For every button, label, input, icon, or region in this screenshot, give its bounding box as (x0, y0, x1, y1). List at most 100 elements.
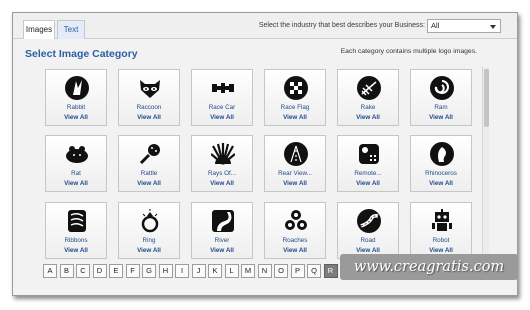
category-name: Rabbit (66, 104, 86, 111)
category-card-ram[interactable]: Ram View All (410, 69, 472, 126)
industry-label: Select the industry that best describes … (258, 22, 425, 29)
letter-i-button[interactable]: I (175, 264, 189, 278)
industry-select-value: All (431, 21, 440, 30)
road-icon (357, 209, 381, 233)
industry-select[interactable]: All (427, 19, 501, 33)
view-all-link[interactable]: View All (119, 114, 179, 121)
rat-icon (66, 146, 88, 163)
vertical-scrollbar[interactable] (482, 67, 489, 271)
category-card-roaches[interactable]: Roaches View All (264, 202, 326, 259)
category-card-rabbit[interactable]: Rabbit View All (45, 69, 107, 126)
view-all-link[interactable]: View All (265, 180, 325, 187)
letter-h-button[interactable]: H (158, 264, 173, 278)
view-all-link[interactable]: View All (338, 114, 398, 121)
category-hint: Each category contains multiple logo ima… (340, 48, 477, 55)
category-name: Rear View... (278, 170, 312, 177)
view-all-link[interactable]: View All (411, 180, 471, 187)
page-title: Select Image Category (25, 48, 138, 60)
view-all-link[interactable]: View All (338, 180, 398, 187)
chevron-down-icon (490, 25, 496, 29)
category-card-robot[interactable]: Robot View All (410, 202, 472, 259)
tab-text[interactable]: Text (57, 20, 85, 39)
category-card-rear-view[interactable]: Rear View... View All (264, 135, 326, 192)
category-card-ring[interactable]: Ring View All (118, 202, 180, 259)
letter-b-button[interactable]: B (59, 264, 74, 278)
category-card-road[interactable]: Road View All (337, 202, 399, 259)
letter-k-button[interactable]: K (208, 264, 222, 278)
view-all-link[interactable]: View All (192, 247, 252, 254)
letter-g-button[interactable]: G (142, 264, 156, 278)
view-all-link[interactable]: View All (411, 114, 471, 121)
letter-o-button[interactable]: O (274, 264, 288, 278)
view-all-link[interactable]: View All (119, 180, 179, 187)
view-all-link[interactable]: View All (192, 114, 252, 121)
view-all-link[interactable]: View All (46, 180, 106, 187)
category-card-rhinoceros[interactable]: Rhinoceros View All (410, 135, 472, 192)
letter-m-button[interactable]: M (241, 264, 255, 278)
category-card-rays[interactable]: Rays Of... View All (191, 135, 253, 192)
view-all-link[interactable]: View All (265, 114, 325, 121)
letter-p-button[interactable]: P (290, 264, 305, 278)
river-icon (212, 210, 234, 232)
scrollbar-thumb[interactable] (484, 69, 489, 127)
letter-q-button[interactable]: Q (307, 264, 321, 278)
letter-n-button[interactable]: N (257, 264, 272, 278)
category-card-race-car[interactable]: Race Car View All (191, 69, 253, 126)
category-card-ribbons[interactable]: Ribbons View All (45, 202, 107, 259)
category-name: Rat (71, 170, 81, 177)
watermark: www.creagratis.com (340, 254, 518, 280)
category-name: Ribbons (64, 237, 88, 244)
view-all-link[interactable]: View All (46, 247, 106, 254)
rake-icon (357, 76, 381, 100)
race-car-icon (212, 83, 234, 93)
rear-view-icon (284, 142, 308, 166)
view-all-link[interactable]: View All (411, 247, 471, 254)
category-name: Rhinoceros (425, 170, 457, 177)
view-all-link[interactable]: View All (265, 247, 325, 254)
category-card-raccoon[interactable]: Raccoon View All (118, 69, 180, 126)
letter-e-button[interactable]: E (109, 264, 123, 278)
category-name: Rays Of... (208, 170, 236, 177)
tab-images[interactable]: Images (23, 20, 55, 39)
letter-j-button[interactable]: J (191, 264, 206, 278)
category-name: Race Car (208, 104, 236, 111)
letter-l-button[interactable]: L (224, 264, 239, 278)
view-all-link[interactable]: View All (192, 180, 252, 187)
category-card-race-flag[interactable]: Race Flag View All (264, 69, 326, 126)
category-name: Robot (432, 237, 450, 244)
remote-icon (359, 144, 379, 164)
category-name: River (214, 237, 230, 244)
rattle-icon (139, 144, 160, 165)
category-card-rat[interactable]: Rat View All (45, 135, 107, 192)
robot-icon (432, 209, 452, 231)
category-card-river[interactable]: River View All (191, 202, 253, 259)
letter-r-button[interactable]: R (323, 264, 338, 278)
letter-c-button[interactable]: C (76, 264, 90, 278)
view-all-link[interactable]: View All (46, 114, 106, 121)
rays-icon (211, 143, 235, 165)
category-card-rattle[interactable]: Rattle View All (118, 135, 180, 192)
category-name: Ram (434, 104, 448, 111)
ram-icon (430, 76, 454, 100)
letter-a-button[interactable]: A (43, 264, 57, 278)
letter-f-button[interactable]: F (125, 264, 140, 278)
category-name: Race Flag (280, 104, 310, 111)
category-card-remote[interactable]: Remote... View All (337, 135, 399, 192)
view-all-link[interactable]: View All (119, 247, 179, 254)
tab-bar: Images Text Select the industry that bes… (13, 13, 517, 39)
category-card-rake[interactable]: Rake View All (337, 69, 399, 126)
rabbit-icon (65, 76, 89, 100)
roaches-icon (285, 210, 307, 230)
watermark-text: www.creagratis.com (353, 259, 505, 275)
category-name: Roaches (282, 237, 308, 244)
category-name: Remote... (354, 170, 382, 177)
view-all-link[interactable]: View All (338, 247, 398, 254)
category-name: Rattle (140, 170, 158, 177)
category-name: Rake (360, 104, 376, 111)
category-name: Ring (142, 237, 156, 244)
race-flag-icon (284, 76, 308, 100)
letter-d-button[interactable]: D (92, 264, 107, 278)
ring-icon (141, 209, 159, 233)
category-name: Raccoon (136, 104, 162, 111)
rhinoceros-icon (430, 142, 454, 166)
